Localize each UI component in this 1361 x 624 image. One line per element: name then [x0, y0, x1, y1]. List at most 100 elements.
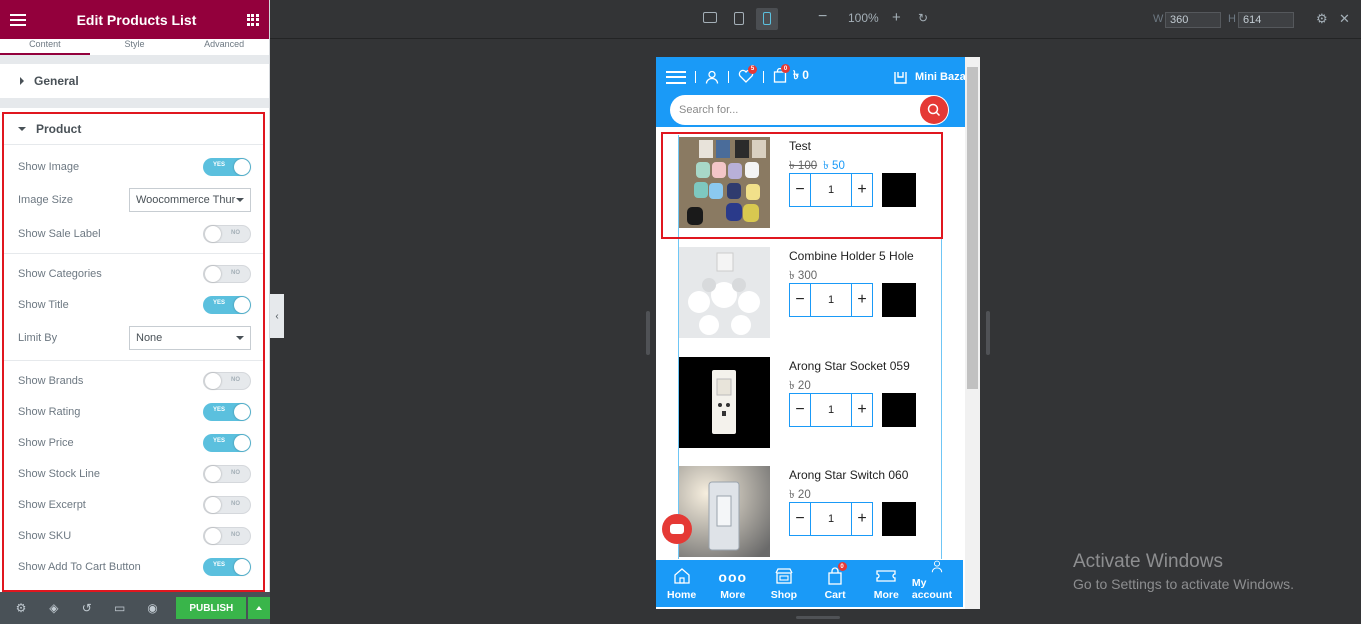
- product-image[interactable]: [679, 357, 770, 448]
- toggle-show-excerpt[interactable]: NO: [203, 495, 251, 514]
- add-to-cart-button[interactable]: [882, 283, 916, 317]
- nav-my-account[interactable]: My account: [912, 560, 963, 607]
- control-show-add-to-cart: Show Add To Cart Button YES: [4, 551, 263, 582]
- width-label: W: [1153, 13, 1164, 25]
- control-show-image: Show Image YES: [4, 151, 263, 182]
- product-title[interactable]: Test: [789, 139, 811, 153]
- menu-icon[interactable]: [666, 70, 686, 84]
- settings-gear-icon[interactable]: ⚙: [8, 592, 34, 624]
- quantity-plus-button[interactable]: +: [851, 503, 872, 535]
- publish-button[interactable]: PUBLISH: [176, 597, 247, 619]
- nav-more-2[interactable]: More: [861, 560, 912, 607]
- store-name[interactable]: Mini Bazar: [915, 71, 970, 83]
- nav-label: Home: [666, 589, 697, 601]
- resize-handle-right[interactable]: [986, 311, 990, 355]
- collapse-panel-button[interactable]: ‹: [270, 294, 284, 338]
- menu-icon[interactable]: [10, 13, 26, 26]
- toggle-show-image[interactable]: YES: [203, 157, 251, 176]
- search-button[interactable]: [920, 96, 948, 124]
- toggle-show-sku[interactable]: NO: [203, 526, 251, 545]
- quantity-plus-button[interactable]: +: [851, 174, 872, 206]
- quantity-value[interactable]: 1: [811, 174, 851, 206]
- product-title[interactable]: Arong Star Socket 059: [789, 359, 910, 373]
- product-title[interactable]: Combine Holder 5 Hole: [789, 249, 914, 263]
- quantity-plus-button[interactable]: +: [851, 284, 872, 316]
- resize-handle-bottom[interactable]: [796, 616, 840, 619]
- nav-shop[interactable]: Shop: [758, 560, 809, 607]
- control-label: Image Size: [18, 194, 74, 206]
- preview-scrollbar[interactable]: [965, 57, 980, 609]
- cart-count-badge: 0: [837, 562, 847, 571]
- nav-home[interactable]: Home: [656, 560, 707, 607]
- add-to-cart-button[interactable]: [882, 173, 916, 207]
- zoom-in-icon[interactable]: +: [892, 9, 901, 26]
- wishlist[interactable]: 5: [738, 64, 757, 86]
- preview-eye-icon[interactable]: ◉: [140, 592, 166, 624]
- select-image-size[interactable]: Woocommerce Thur: [129, 188, 251, 212]
- quantity-minus-button[interactable]: −: [790, 284, 811, 316]
- search-input[interactable]: Search for...: [670, 95, 949, 125]
- windows-activation-watermark: Activate Windows Go to Settings to activ…: [1073, 551, 1294, 592]
- toggle-show-add-to-cart[interactable]: YES: [203, 557, 251, 576]
- tab-style[interactable]: Style: [90, 39, 180, 55]
- quantity-value[interactable]: 1: [811, 503, 851, 535]
- divider: [0, 56, 269, 64]
- quantity-minus-button[interactable]: −: [790, 503, 811, 535]
- publish-options-button[interactable]: [248, 597, 271, 619]
- section-general[interactable]: General: [0, 64, 269, 98]
- product-title[interactable]: Arong Star Switch 060: [789, 468, 908, 482]
- tab-content[interactable]: Content: [0, 39, 90, 55]
- navigator-layers-icon[interactable]: ◈: [41, 592, 67, 624]
- panel-title: Edit Products List: [76, 11, 197, 28]
- desktop-icon[interactable]: [703, 12, 717, 23]
- toggle-show-brands[interactable]: NO: [203, 371, 251, 390]
- height-input[interactable]: 614: [1238, 12, 1294, 28]
- store-icon: [894, 71, 907, 84]
- product-image[interactable]: [679, 466, 770, 557]
- zoom-out-icon[interactable]: −: [818, 8, 827, 26]
- mobile-icon[interactable]: [763, 12, 771, 25]
- caret-right-icon: [20, 77, 24, 85]
- product-image[interactable]: [679, 137, 770, 228]
- tablet-icon[interactable]: [734, 12, 744, 25]
- toggle-show-categories[interactable]: NO: [203, 264, 251, 283]
- quantity-plus-button[interactable]: +: [851, 394, 872, 426]
- width-input[interactable]: 360: [1165, 12, 1221, 28]
- add-to-cart-button[interactable]: [882, 393, 916, 427]
- control-label: Show Brands: [18, 374, 84, 387]
- section-product-header[interactable]: Product: [4, 114, 263, 145]
- nav-cart[interactable]: 0 Cart: [810, 560, 861, 607]
- responsive-mode-icon[interactable]: ▭: [107, 592, 133, 624]
- control-label: Show Add To Cart Button: [18, 560, 141, 573]
- wishlist-badge: 5: [748, 64, 757, 74]
- mini-cart[interactable]: 0: [773, 64, 790, 86]
- select-limit-by[interactable]: None: [129, 326, 251, 350]
- quantity-value[interactable]: 1: [811, 284, 851, 316]
- tab-advanced[interactable]: Advanced: [179, 39, 269, 55]
- widgets-grid-icon[interactable]: [246, 13, 259, 26]
- reset-zoom-icon[interactable]: ↻: [918, 11, 928, 25]
- add-to-cart-button[interactable]: [882, 502, 916, 536]
- resize-handle-left[interactable]: [646, 311, 650, 355]
- section-product: Product Show Image YES Image Size Woocom…: [2, 112, 265, 592]
- toggle-show-sale-label[interactable]: NO: [203, 224, 251, 243]
- quantity-minus-button[interactable]: −: [790, 174, 811, 206]
- toggle-show-rating[interactable]: YES: [203, 402, 251, 421]
- product-image[interactable]: [679, 247, 770, 338]
- caret-up-icon: [256, 606, 263, 610]
- chat-button[interactable]: [662, 514, 692, 544]
- settings-gear-icon[interactable]: ⚙: [1316, 11, 1328, 27]
- quantity-minus-button[interactable]: −: [790, 394, 811, 426]
- header-icons: 5 0 ৳ 0 Mini Bazar: [666, 64, 970, 87]
- toggle-show-price[interactable]: YES: [203, 433, 251, 452]
- quantity-value[interactable]: 1: [811, 394, 851, 426]
- user-icon[interactable]: [705, 70, 719, 84]
- dropdown-arrow-icon: [236, 336, 244, 340]
- watermark-subtitle: Go to Settings to activate Windows.: [1073, 576, 1294, 592]
- history-icon[interactable]: ↺: [74, 592, 100, 624]
- nav-more[interactable]: ooo More: [707, 560, 758, 607]
- close-icon[interactable]: ✕: [1339, 11, 1350, 27]
- toggle-show-stock-line[interactable]: NO: [203, 464, 251, 483]
- toggle-show-title[interactable]: YES: [203, 295, 251, 314]
- scrollbar-thumb[interactable]: [967, 67, 978, 389]
